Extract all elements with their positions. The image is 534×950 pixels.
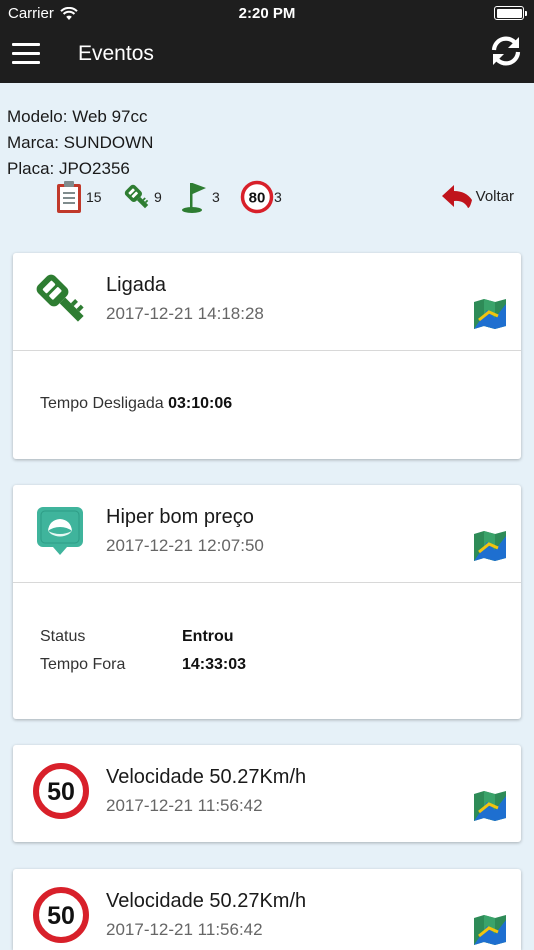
- detail-label: Status: [40, 628, 86, 645]
- back-label: Voltar: [475, 187, 514, 205]
- events-count: 15: [86, 189, 102, 205]
- event-header: Hiper bom preço 2017-12-21 12:07:50: [13, 485, 521, 582]
- event-title: Ligada: [106, 274, 167, 296]
- nav-bar: Eventos: [0, 28, 534, 83]
- event-title: Velocidade 50.27Km/h: [106, 890, 307, 912]
- speed-value: 50: [47, 902, 75, 930]
- summary-speed: 80 3: [240, 180, 282, 214]
- geofence-icon: [37, 507, 83, 555]
- detail-label: Tempo Desligada: [40, 395, 164, 412]
- vehicle-brand: Marca: SUNDOWN: [7, 133, 154, 152]
- menu-icon[interactable]: [12, 43, 40, 65]
- detail-value: 14:33:03: [182, 656, 247, 673]
- event-card-speed[interactable]: 50 Velocidade 50.27Km/h 2017-12-21 11:56…: [13, 745, 521, 842]
- event-card-ignition[interactable]: Ligada 2017-12-21 14:18:28 Tempo Desliga…: [13, 253, 521, 459]
- vehicle-info: Modelo: Web 97cc Marca: SUNDOWN Placa: J…: [7, 104, 153, 182]
- event-card-geofence[interactable]: Hiper bom preço 2017-12-21 12:07:50 Stat…: [13, 485, 521, 719]
- event-header: Ligada 2017-12-21 14:18:28: [13, 253, 521, 350]
- back-button[interactable]: Voltar: [440, 182, 514, 210]
- speed-limit-value: 80: [249, 190, 266, 207]
- speed-value: 50: [47, 778, 75, 806]
- summary-ignition: 9: [120, 180, 162, 214]
- event-header: 50 Velocidade 50.27Km/h 2017-12-21 11:56…: [13, 745, 521, 842]
- back-arrow-icon: [441, 185, 472, 208]
- battery-icon: [494, 6, 527, 20]
- event-header: 50 Velocidade 50.27Km/h 2017-12-21 11:56…: [13, 869, 521, 950]
- geofence-count: 3: [212, 189, 220, 205]
- map-icon[interactable]: [473, 298, 507, 330]
- event-timestamp: 2017-12-21 11:56:42: [106, 920, 263, 939]
- event-details: Status Entrou Tempo Fora 14:33:03: [13, 582, 521, 719]
- refresh-icon[interactable]: [488, 33, 524, 69]
- summary-geofence: 3: [180, 180, 220, 214]
- vehicle-model: Modelo: Web 97cc: [7, 107, 148, 126]
- event-title: Velocidade 50.27Km/h: [106, 766, 307, 788]
- status-bar: Carrier 2:20 PM: [0, 0, 534, 28]
- summary-events: 15: [54, 180, 102, 214]
- map-icon[interactable]: [473, 530, 507, 562]
- event-timestamp: 2017-12-21 12:07:50: [106, 536, 264, 555]
- detail-row: Tempo Desligada 03:10:06: [40, 395, 232, 413]
- ignition-key-icon: [36, 274, 84, 322]
- event-summary: 15 9 3 80 3 Voltar: [54, 180, 524, 216]
- speed-limit-icon: 50: [33, 887, 89, 943]
- event-title: Hiper bom preço: [106, 506, 254, 528]
- speed-limit-icon: 80: [240, 180, 274, 214]
- detail-label: Tempo Fora: [40, 656, 126, 673]
- clipboard-icon: [57, 181, 81, 213]
- event-timestamp: 2017-12-21 14:18:28: [106, 304, 264, 323]
- page-title: Eventos: [78, 42, 154, 65]
- detail-value: Entrou: [182, 628, 234, 645]
- speed-limit-icon: 50: [33, 763, 89, 819]
- event-details: Tempo Desligada 03:10:06: [13, 350, 521, 459]
- event-card-speed[interactable]: 50 Velocidade 50.27Km/h 2017-12-21 11:56…: [13, 869, 521, 950]
- ignition-count: 9: [154, 189, 162, 205]
- map-icon[interactable]: [473, 914, 507, 946]
- flag-icon: [182, 183, 206, 213]
- ignition-key-icon: [124, 184, 149, 209]
- detail-value: 03:10:06: [168, 395, 233, 412]
- clock: 2:20 PM: [238, 5, 296, 22]
- event-timestamp: 2017-12-21 11:56:42: [106, 796, 263, 815]
- vehicle-plate: Placa: JPO2356: [7, 159, 130, 178]
- speed-count: 3: [274, 189, 282, 205]
- map-icon[interactable]: [473, 790, 507, 822]
